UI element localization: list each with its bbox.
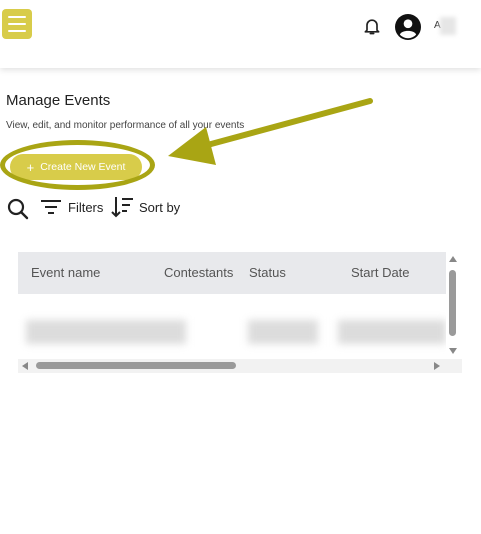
highlight-ring <box>0 140 155 190</box>
scroll-left-icon[interactable] <box>22 362 28 370</box>
page-title: Manage Events <box>6 92 111 109</box>
table-row-redaction <box>248 320 318 344</box>
top-bar: A <box>0 0 481 68</box>
scroll-right-icon[interactable] <box>434 362 440 370</box>
horizontal-scrollbar[interactable] <box>18 359 462 373</box>
events-table: Event name Contestants Status Start Date <box>18 252 446 366</box>
scroll-down-icon[interactable] <box>449 348 457 354</box>
column-header-event-name[interactable]: Event name <box>31 265 100 280</box>
sort-icon <box>111 197 133 218</box>
search-button[interactable] <box>6 197 30 221</box>
scroll-up-icon[interactable] <box>449 256 457 262</box>
column-header-contestants[interactable]: Contestants <box>164 265 233 280</box>
vertical-scrollbar[interactable] <box>448 256 458 356</box>
vertical-scroll-thumb[interactable] <box>449 270 456 336</box>
user-name-redaction <box>440 17 456 35</box>
horizontal-scroll-thumb[interactable] <box>36 362 236 369</box>
filter-icon <box>41 200 61 214</box>
column-header-status[interactable]: Status <box>249 265 286 280</box>
sort-label: Sort by <box>139 199 181 215</box>
filters-button[interactable]: Filters <box>40 198 103 216</box>
bell-icon[interactable] <box>362 16 382 36</box>
search-icon <box>7 198 29 220</box>
table-row-redaction <box>338 320 446 344</box>
filters-label: Filters <box>68 199 104 215</box>
hamburger-icon[interactable] <box>2 9 32 39</box>
annotation-arrow-icon <box>168 98 373 165</box>
table-row-redaction <box>26 320 186 344</box>
user-circle-icon[interactable] <box>395 14 421 40</box>
table-header: Event name Contestants Status Start Date <box>18 252 446 294</box>
sort-button[interactable]: Sort by <box>111 196 180 218</box>
column-header-start-date[interactable]: Start Date <box>351 265 410 280</box>
